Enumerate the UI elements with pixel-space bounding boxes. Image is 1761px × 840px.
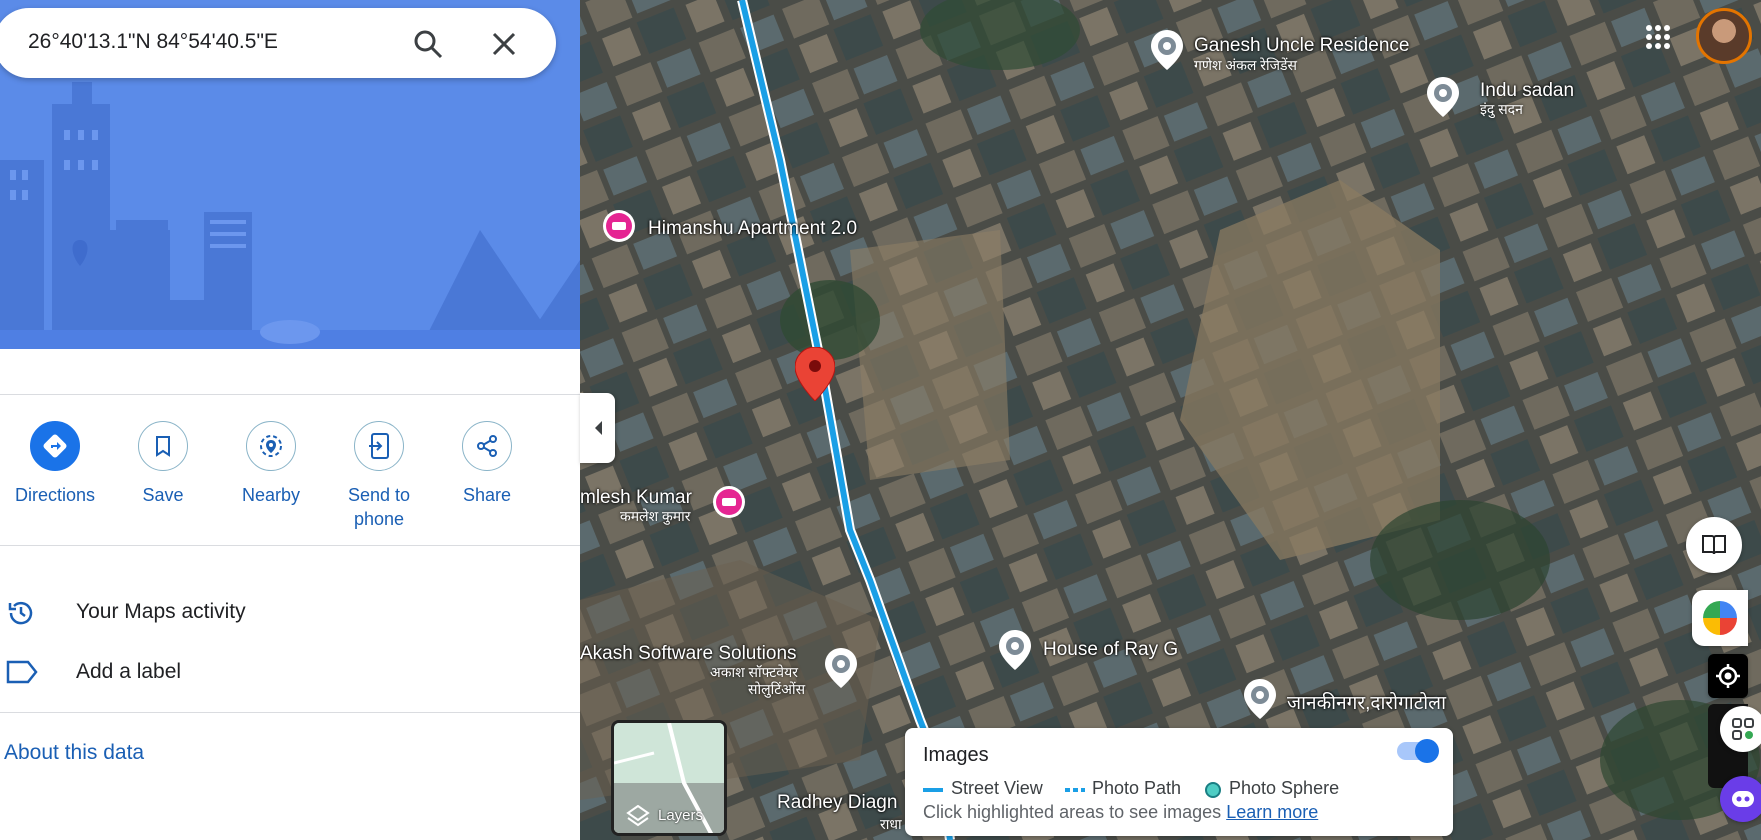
collapse-chevron-icon: [594, 421, 602, 435]
map-canvas[interactable]: Ganesh Uncle Residence गणेश अंकल रेजिडें…: [580, 0, 1761, 840]
street-view-line-icon: [923, 788, 943, 792]
place-marker-icon[interactable]: [1150, 30, 1184, 70]
bot-icon: [1732, 791, 1754, 807]
book-icon: [1702, 535, 1726, 555]
directions-label: Directions: [14, 485, 96, 505]
photo-sphere-icon: [1205, 782, 1221, 798]
layers-label: Layers: [658, 807, 704, 824]
assistant-button[interactable]: [1720, 706, 1761, 752]
layers-icon: [626, 805, 650, 827]
search-icon[interactable]: [412, 28, 444, 60]
add-label-row[interactable]: Add a label: [0, 644, 580, 700]
bookmark-icon: [156, 436, 170, 457]
save-circle: [138, 421, 188, 471]
place-house-ray[interactable]: House of Ray G: [1043, 639, 1178, 661]
place-ganesh[interactable]: Ganesh Uncle Residence: [1194, 35, 1409, 57]
search-input[interactable]: 26°40'13.1"N 84°54'40.5"E: [28, 30, 278, 54]
my-location-button[interactable]: [1708, 654, 1748, 698]
directions-button[interactable]: Directions: [0, 421, 110, 507]
nearby-button[interactable]: Nearby: [216, 421, 326, 507]
divider: [0, 712, 580, 713]
nearby-circle: [246, 421, 296, 471]
images-hint: Click highlighted areas to see images Le…: [923, 802, 1318, 823]
images-panel: Images Street View Photo Path Photo Sphe…: [905, 728, 1453, 836]
divider: [0, 394, 580, 395]
toggle-knob: [1415, 739, 1439, 763]
legend-photo-sphere: Photo Sphere: [1229, 778, 1340, 798]
place-kamlesh-sub: कमलेश कुमार: [620, 508, 691, 524]
share-label: Share: [462, 485, 512, 505]
apps-grid-icon[interactable]: [1645, 24, 1671, 50]
chat-bot-button[interactable]: [1720, 776, 1761, 822]
satellite-imagery: [580, 0, 1761, 840]
place-janaki[interactable]: जानकीनगर,दारोगाटोला: [1287, 689, 1446, 715]
label-icon: [6, 660, 38, 684]
share-circle: [462, 421, 512, 471]
location-icon: [1716, 664, 1740, 688]
save-label: Save: [142, 485, 184, 505]
place-kamlesh[interactable]: mlesh Kumar: [580, 487, 692, 509]
place-himanshu[interactable]: Himanshu Apartment 2.0: [648, 218, 857, 240]
hotel-icon[interactable]: [712, 485, 746, 519]
photo-path-icon: [1065, 788, 1085, 792]
pegman-icon: [1703, 601, 1737, 635]
add-label-text: Add a label: [76, 660, 182, 683]
images-toggle[interactable]: [1397, 739, 1439, 763]
send-circle: [354, 421, 404, 471]
place-marker-icon[interactable]: [1243, 679, 1277, 719]
divider: [0, 545, 580, 546]
place-indu[interactable]: Indu sadan: [1480, 80, 1574, 102]
maps-activity-row[interactable]: Your Maps activity: [0, 584, 580, 640]
place-radhey-sub: राधा: [880, 816, 902, 832]
apps-icon: [1732, 718, 1754, 740]
learn-more-link[interactable]: Learn more: [1226, 802, 1318, 822]
place-marker-icon[interactable]: [998, 630, 1032, 670]
book-button[interactable]: [1686, 517, 1742, 573]
place-ganesh-sub: गणेश अंकल रेजिडेंस: [1194, 57, 1297, 73]
search-bar: 26°40'13.1"N 84°54'40.5"E: [0, 8, 556, 78]
place-marker-icon[interactable]: [1426, 77, 1460, 117]
nearby-icon: [260, 435, 282, 457]
legend-photo-path: Photo Path: [1092, 778, 1182, 798]
avatar[interactable]: [1696, 8, 1752, 64]
directions-circle: [30, 421, 80, 471]
place-radhey[interactable]: Radhey Diagn: [777, 792, 897, 814]
save-button[interactable]: Save: [108, 421, 218, 507]
send-to-phone-icon: [369, 433, 389, 459]
place-akash-sub2: सोलुटिंओंस: [748, 681, 806, 697]
share-icon: [477, 435, 497, 457]
maps-activity-label: Your Maps activity: [76, 600, 246, 623]
send-to-phone-label: Send to phone: [347, 485, 411, 529]
collapse-panel-button[interactable]: [580, 393, 615, 463]
pegman-button[interactable]: [1692, 590, 1748, 646]
place-akash[interactable]: Akash Software Solutions: [580, 643, 797, 665]
share-button[interactable]: Share: [432, 421, 542, 507]
place-indu-sub: इंदु सदन: [1480, 101, 1523, 117]
hint-text: Click highlighted areas to see images: [923, 802, 1222, 822]
hotel-icon[interactable]: [602, 209, 636, 243]
nearby-label: Nearby: [241, 485, 301, 505]
location-pin[interactable]: [795, 347, 835, 401]
about-data-link[interactable]: About this data: [4, 741, 144, 765]
send-to-phone-button[interactable]: Send to phone: [324, 421, 434, 531]
side-panel: 26°40'13.1"N 84°54'40.5"E Directions Sav…: [0, 0, 580, 840]
layers-button[interactable]: Layers: [611, 720, 727, 836]
legend-street-view: Street View: [951, 778, 1043, 798]
directions-icon: [43, 434, 67, 458]
close-icon[interactable]: [488, 28, 520, 60]
place-marker-icon[interactable]: [824, 648, 858, 688]
images-title: Images: [923, 744, 989, 766]
history-icon: [8, 601, 33, 625]
